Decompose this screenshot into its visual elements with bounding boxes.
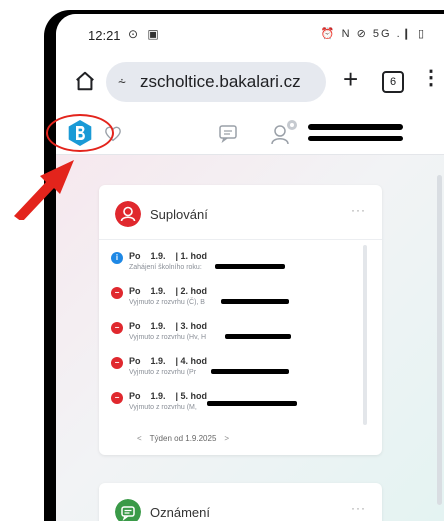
row-day: Po xyxy=(129,321,141,331)
substitution-row[interactable]: − Po 1.9. | 3. hod Vyjmuto z rozvrhu (Hv, … xyxy=(111,320,361,354)
redaction-bar xyxy=(221,299,289,304)
substitutions-card: Suplování ··· i Po 1.9. | 1. hod Zahájení … xyxy=(99,185,382,455)
announcements-title: Oznámení xyxy=(150,505,210,520)
status-right-icons: ⏰ N ⊘ 5G .❙ ▯ xyxy=(320,28,426,40)
phone-screen: 12:21 ⊙ ▣ ⏰ N ⊘ 5G .❙ ▯ ⸞ zscholtice.bak… xyxy=(56,14,444,521)
info-icon: i xyxy=(111,252,123,264)
address-bar[interactable]: ⸞ zscholtice.bakalari.cz xyxy=(106,62,326,102)
announcement-message-icon xyxy=(115,499,141,521)
row-hour: | 2. hod xyxy=(175,286,208,296)
row-day: Po xyxy=(129,251,141,261)
row-note: Vyjmuto z rozvrhu (M, xyxy=(129,404,197,411)
card-divider xyxy=(99,239,382,240)
app-navbar xyxy=(56,112,444,155)
redaction-bar xyxy=(207,401,297,406)
cancel-icon: − xyxy=(111,357,123,369)
row-hour: | 3. hod xyxy=(175,321,208,331)
cancel-icon: − xyxy=(111,392,123,404)
tune-icon[interactable]: ⸞ xyxy=(118,73,126,92)
week-navigator: < Týden od 1.9.2025 > xyxy=(129,434,237,443)
new-tab-button[interactable]: + xyxy=(343,66,358,92)
card-scrollbar[interactable] xyxy=(363,245,367,425)
substitution-user-icon xyxy=(115,201,141,227)
cancel-icon: − xyxy=(111,287,123,299)
tabs-button[interactable]: 6 xyxy=(382,71,404,93)
url-text[interactable]: zscholtice.bakalari.cz xyxy=(140,72,301,92)
week-label: Týden od 1.9.2025 xyxy=(149,434,217,443)
row-date: 1.9. xyxy=(150,251,166,261)
page-scrollbar[interactable] xyxy=(437,175,442,505)
substitution-row[interactable]: − Po 1.9. | 5. hod Vyjmuto z rozvrhu (M, xyxy=(111,390,361,424)
substitution-row[interactable]: − Po 1.9. | 2. hod Vyjmuto z rozvrhu (Č), … xyxy=(111,285,361,319)
username-redaction xyxy=(308,124,403,130)
row-date: 1.9. xyxy=(150,356,166,366)
next-week-button[interactable]: > xyxy=(224,434,229,443)
card-menu-button[interactable]: ··· xyxy=(351,203,366,217)
dashboard-content: Suplování ··· i Po 1.9. | 1. hod Zahájení … xyxy=(56,155,444,521)
row-hour: | 1. hod xyxy=(175,251,208,261)
message-icon[interactable] xyxy=(218,123,238,143)
row-day: Po xyxy=(129,286,141,296)
prev-week-button[interactable]: < xyxy=(137,434,142,443)
browser-toolbar: ⸞ zscholtice.bakalari.cz + 6 ⋮ xyxy=(56,52,444,112)
row-note: Vyjmuto z rozvrhu (Pr xyxy=(129,369,197,376)
username-redaction xyxy=(308,136,403,141)
row-note: Zahájení školního roku: xyxy=(129,264,202,271)
cancel-icon: − xyxy=(111,322,123,334)
substitution-row[interactable]: i Po 1.9. | 1. hod Zahájení školního roku: xyxy=(111,250,361,284)
status-bar: 12:21 ⊙ ▣ ⏰ N ⊘ 5G .❙ ▯ xyxy=(56,14,444,52)
row-note: Vyjmuto z rozvrhu (Hv, H xyxy=(129,334,207,341)
card-menu-button[interactable]: ··· xyxy=(351,501,366,515)
more-vert-icon[interactable]: ⋮ xyxy=(421,68,441,88)
row-date: 1.9. xyxy=(150,321,166,331)
row-day: Po xyxy=(129,391,141,401)
status-left-icons: ⊙ ▣ xyxy=(128,27,162,41)
substitutions-title: Suplování xyxy=(150,207,208,222)
redaction-bar xyxy=(225,334,291,339)
row-hour: | 5. hod xyxy=(175,391,208,401)
announcements-card: Oznámení ··· xyxy=(99,483,382,521)
pointer-arrow-icon xyxy=(14,160,74,220)
redaction-bar xyxy=(215,264,285,269)
row-date: 1.9. xyxy=(150,391,166,401)
row-note: Vyjmuto z rozvrhu (Č), B xyxy=(129,299,205,306)
redaction-bar xyxy=(211,369,289,374)
row-hour: | 4. hod xyxy=(175,356,208,366)
substitution-row[interactable]: − Po 1.9. | 4. hod Vyjmuto z rozvrhu (Pr xyxy=(111,355,361,389)
row-date: 1.9. xyxy=(150,286,166,296)
status-time: 12:21 xyxy=(88,28,121,43)
home-icon[interactable] xyxy=(74,70,96,92)
user-icon[interactable] xyxy=(268,118,298,148)
row-day: Po xyxy=(129,356,141,366)
